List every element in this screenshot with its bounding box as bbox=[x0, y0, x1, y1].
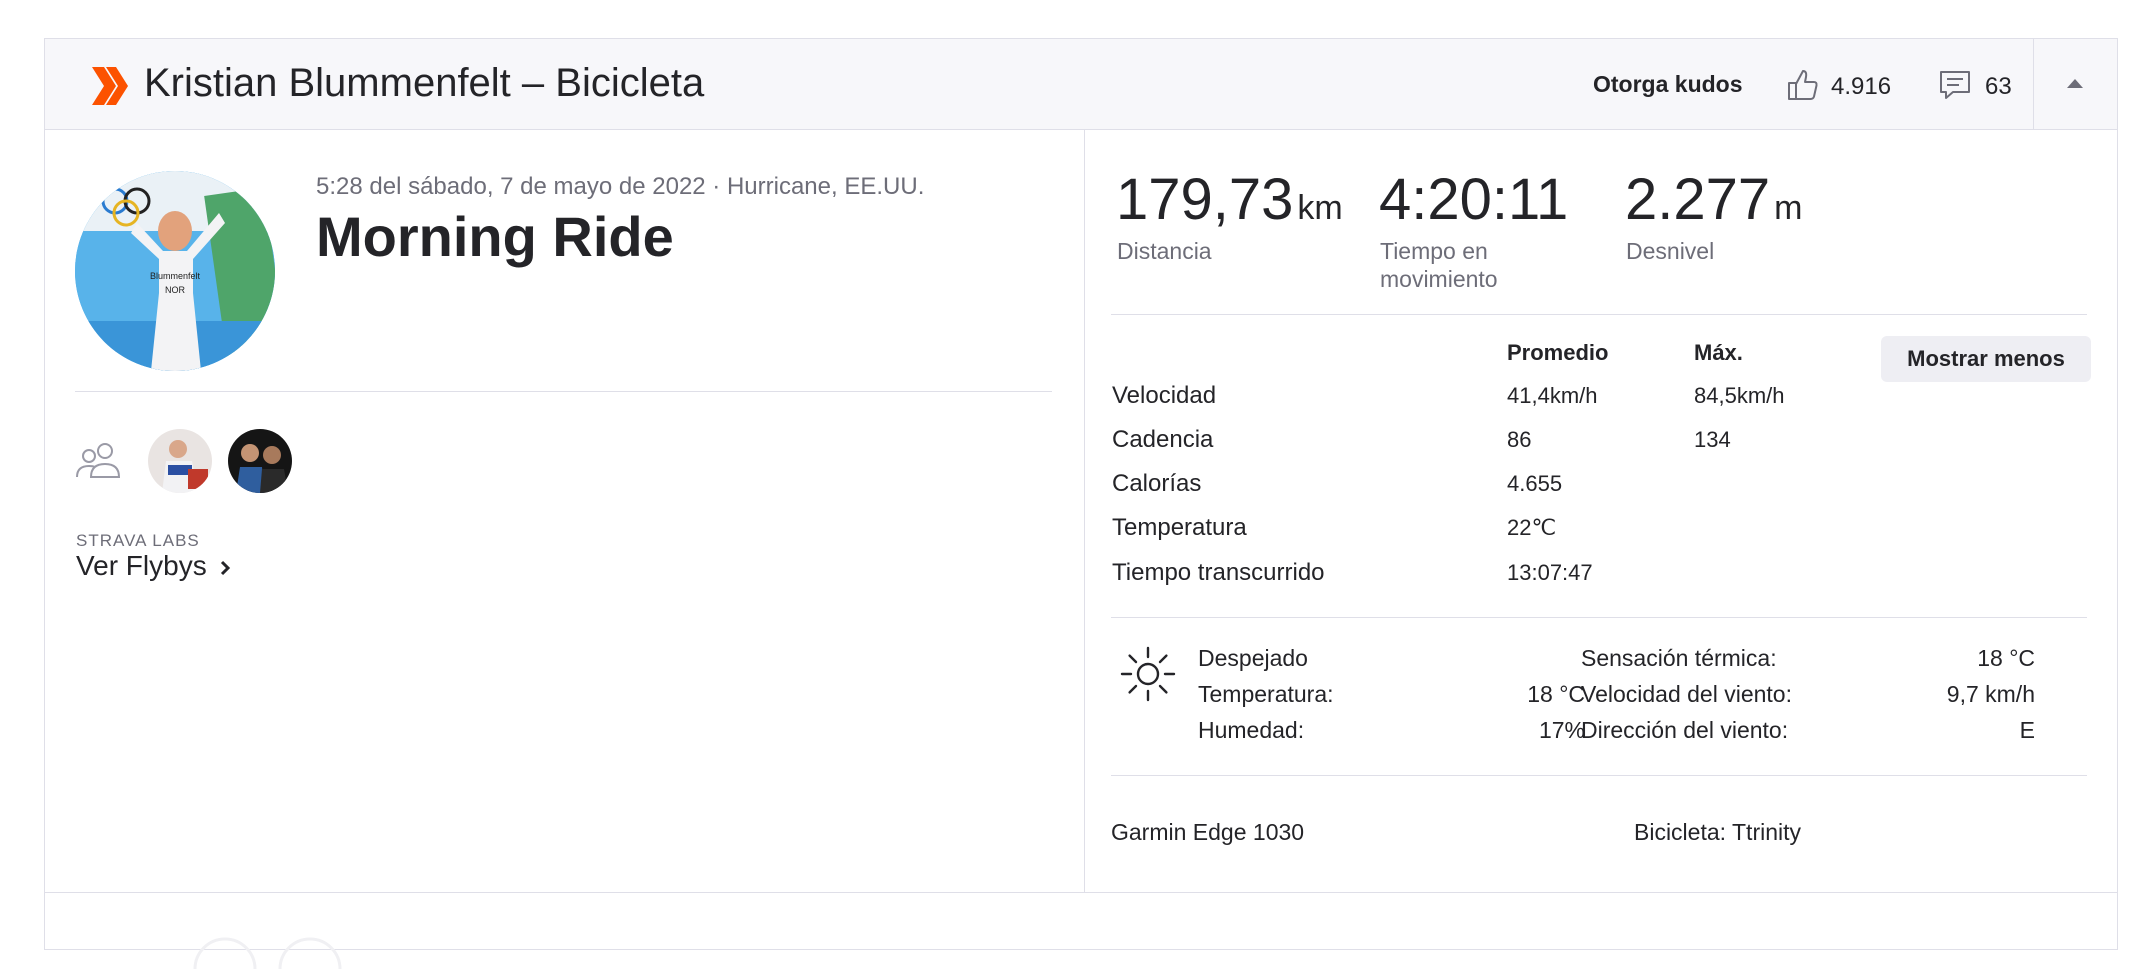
distance-label: Distancia bbox=[1117, 238, 1212, 264]
weather-condition: Despejado bbox=[1198, 645, 1308, 671]
column-divider bbox=[1084, 130, 1085, 892]
left-divider bbox=[75, 391, 1052, 392]
thumbs-up-icon[interactable] bbox=[1785, 67, 1821, 103]
stats-divider bbox=[1111, 314, 2087, 315]
calories-avg: 4.655 bbox=[1507, 471, 1563, 496]
row-label-cadence: Cadencia bbox=[1112, 426, 1214, 453]
view-flybys-label: Ver Flybys bbox=[76, 550, 207, 581]
elevation-label: Desnivel bbox=[1626, 238, 1715, 264]
row-label-speed: Velocidad bbox=[1112, 382, 1217, 409]
weather-temp-label: Temperatura: bbox=[1198, 681, 1334, 707]
temperature-avg: 22℃ bbox=[1507, 515, 1557, 540]
comments-count[interactable]: 63 bbox=[1985, 72, 2012, 102]
map-watermark-icon bbox=[193, 937, 342, 969]
cadence-avg: 86 bbox=[1507, 427, 1532, 452]
wind-direction-value: E bbox=[2019, 717, 2035, 743]
comment-icon[interactable] bbox=[1938, 68, 1972, 102]
elevation-value: 2.277 m bbox=[1625, 167, 1803, 232]
chevron-right-icon bbox=[220, 560, 230, 575]
wind-direction-label: Dirección del viento: bbox=[1581, 717, 1789, 743]
weather-humidity-value: 17% bbox=[1538, 717, 1585, 743]
strava-labs-label: STRAVA LABS bbox=[76, 531, 200, 550]
sun-icon bbox=[1120, 646, 1176, 702]
athlete-avatar[interactable]: Blummenfelt NOR bbox=[75, 171, 275, 371]
weather-divider bbox=[1111, 775, 2087, 776]
row-label-elapsed-time: Tiempo transcurrido bbox=[1112, 559, 1325, 586]
weather-humidity-label: Humedad: bbox=[1198, 717, 1305, 743]
group-member-avatar[interactable] bbox=[148, 429, 212, 493]
row-label-temperature: Temperatura bbox=[1112, 514, 1247, 541]
svg-text:NOR: NOR bbox=[165, 285, 186, 295]
show-less-button[interactable]: Mostrar menos bbox=[1881, 336, 2091, 382]
view-flybys-link[interactable]: Ver Flybys bbox=[76, 549, 233, 583]
activity-name: Morning Ride bbox=[316, 205, 674, 268]
elapsed-time-value: 13:07:47 bbox=[1507, 560, 1593, 585]
bike-name: Bicicleta: Ttrinity bbox=[1634, 819, 1802, 845]
row-label-calories: Calorías bbox=[1112, 470, 1202, 497]
strava-chevron-icon bbox=[92, 67, 128, 105]
group-activity-icon[interactable] bbox=[75, 441, 123, 481]
details-divider bbox=[1111, 617, 2087, 618]
cadence-max: 134 bbox=[1694, 427, 1731, 452]
group-member-avatar[interactable] bbox=[228, 429, 292, 493]
svg-text:Blummenfelt: Blummenfelt bbox=[150, 271, 201, 281]
wind-speed-value: 9,7 km/h bbox=[1946, 681, 2035, 707]
activity-header: Kristian Blummenfelt – Bicicleta Otorga … bbox=[45, 39, 2117, 130]
header-divider bbox=[2033, 39, 2034, 129]
feels-like-value: 18 °C bbox=[1977, 645, 2035, 671]
col-header-max: Máx. bbox=[1694, 340, 1743, 365]
speed-max: 84,5km/h bbox=[1694, 383, 1785, 408]
feels-like-label: Sensación térmica: bbox=[1581, 645, 1777, 671]
caret-up-icon bbox=[2067, 79, 2083, 88]
give-kudos-button[interactable]: Otorga kudos bbox=[1593, 69, 1743, 99]
moving-time-value: 4:20:11 bbox=[1379, 167, 1569, 232]
distance-value: 179,73 km bbox=[1116, 167, 1343, 232]
bottom-divider bbox=[45, 892, 2117, 893]
activity-card: Kristian Blummenfelt – Bicicleta Otorga … bbox=[44, 38, 2118, 969]
page-title: Kristian Blummenfelt – Bicicleta bbox=[144, 61, 705, 105]
kudos-count[interactable]: 4.916 bbox=[1831, 72, 1891, 102]
activity-meta: 5:28 del sábado, 7 de mayo de 2022 · Hur… bbox=[316, 173, 925, 200]
weather-temp-value: 18 °C bbox=[1527, 681, 1585, 707]
collapse-button[interactable] bbox=[2035, 39, 2117, 129]
device-name: Garmin Edge 1030 bbox=[1111, 819, 1305, 845]
wind-speed-label: Velocidad del viento: bbox=[1581, 681, 1792, 707]
moving-time-label: Tiempo en movimiento bbox=[1380, 238, 1498, 292]
col-header-average: Promedio bbox=[1507, 340, 1609, 365]
speed-avg: 41,4km/h bbox=[1507, 383, 1598, 408]
